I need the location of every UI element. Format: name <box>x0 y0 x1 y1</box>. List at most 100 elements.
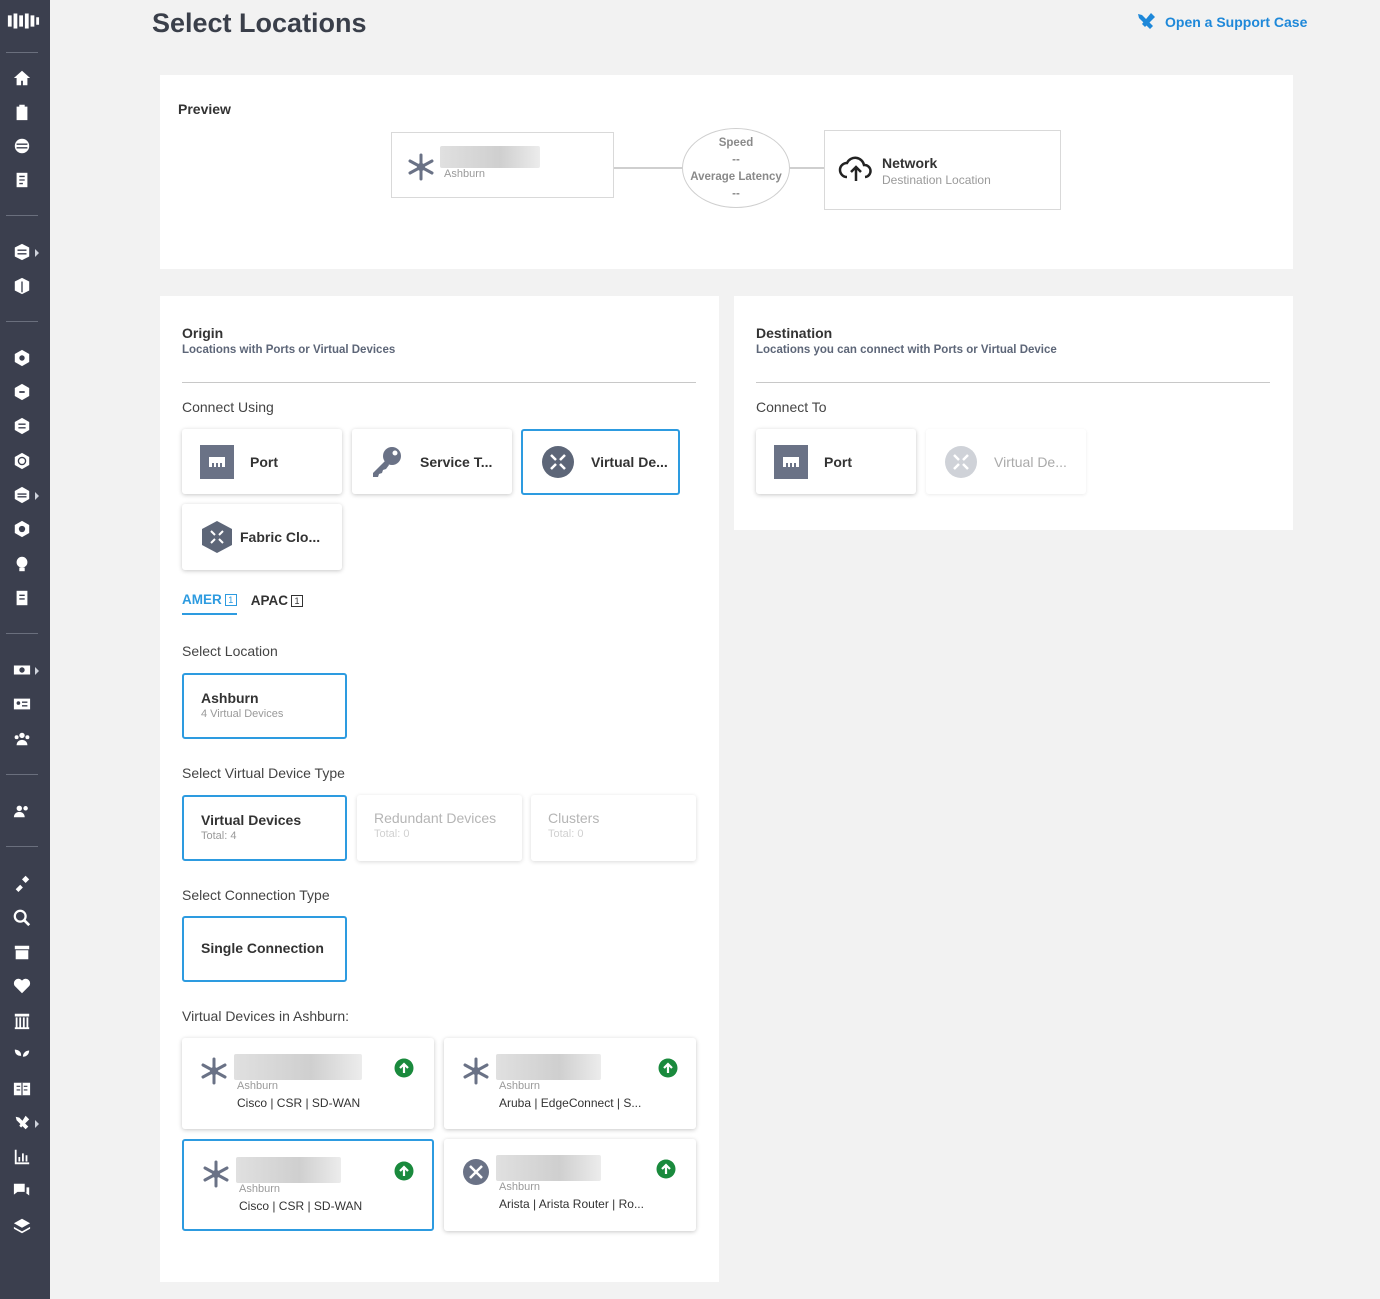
region-tabs: AMER 1 APAC 1 <box>182 592 304 615</box>
plant-icon[interactable] <box>11 1044 33 1066</box>
device-description: Aruba | EdgeConnect | S... <box>499 1096 642 1110</box>
hexagon-icon[interactable] <box>11 518 33 540</box>
connect-fabric-cloud-label: Fabric Clo... <box>240 529 321 545</box>
destination-subtitle: Destination Location <box>882 173 991 187</box>
home-icon[interactable] <box>11 67 33 89</box>
connect-using-label: Connect Using <box>182 399 274 415</box>
status-up-icon <box>394 1058 414 1078</box>
destination-card: Destination Locations you can connect wi… <box>734 296 1293 530</box>
location-option-ashburn[interactable]: Ashburn 4 Virtual Devices <box>182 673 347 739</box>
speed-value: -- <box>732 154 740 166</box>
sidebar <box>0 0 50 1299</box>
preview-title: Preview <box>178 101 231 117</box>
conn-type-label: Select Connection Type <box>182 887 330 903</box>
device-name-redacted <box>236 1157 341 1183</box>
page-title: Select Locations <box>152 8 367 38</box>
chart-icon[interactable] <box>11 1146 33 1168</box>
status-up-icon <box>658 1058 678 1078</box>
device-card[interactable]: Ashburn Cisco | CSR | SD-WAN <box>182 1139 434 1231</box>
vd-type-virtual-devices[interactable]: Virtual Devices Total: 4 <box>182 795 347 861</box>
speed-latency-bubble: Speed -- Average Latency -- <box>682 128 790 208</box>
building-icon[interactable] <box>11 1010 33 1032</box>
virtual-device-icon <box>463 1159 489 1185</box>
connector-line <box>614 167 682 169</box>
device-location: Ashburn <box>237 1080 278 1092</box>
virtual-device-icon <box>203 1160 229 1188</box>
search-icon[interactable] <box>11 907 33 929</box>
connect-port-tile[interactable]: Port <box>182 429 342 494</box>
hexagon-icon[interactable] <box>11 450 33 472</box>
cube-icon[interactable] <box>11 241 33 263</box>
connect-fabric-cloud-tile[interactable]: Fabric Clo... <box>182 504 342 570</box>
document-icon[interactable] <box>11 587 33 609</box>
device-location: Ashburn <box>499 1181 540 1193</box>
virtual-device-icon <box>408 153 434 181</box>
latency-value: -- <box>732 188 740 200</box>
tab-apac[interactable]: APAC 1 <box>251 592 304 615</box>
hexagon-icon[interactable] <box>11 484 33 506</box>
box-icon[interactable] <box>11 275 33 297</box>
device-description: Cisco | CSR | SD-WAN <box>237 1096 361 1110</box>
select-location-label: Select Location <box>182 643 278 659</box>
hexagon-icon[interactable] <box>11 381 33 403</box>
connect-to-label: Connect To <box>756 399 827 415</box>
hexagon-icon[interactable] <box>11 415 33 437</box>
destination-subtitle: Locations you can connect with Ports or … <box>756 344 1057 356</box>
tools-icon[interactable] <box>11 1112 33 1134</box>
tools-icon <box>1138 13 1155 29</box>
plug-icon[interactable] <box>11 872 33 894</box>
clipboard-icon[interactable] <box>11 101 33 123</box>
connect-to-port-label: Port <box>824 453 852 470</box>
key-icon <box>370 445 404 479</box>
team-icon[interactable] <box>11 800 33 822</box>
latency-label: Average Latency <box>690 171 782 183</box>
logo-icon[interactable] <box>5 10 41 32</box>
lightbulb-icon[interactable] <box>11 553 33 575</box>
layers-icon[interactable] <box>11 1215 33 1237</box>
vd-type-clusters[interactable]: Clusters Total: 0 <box>531 795 696 861</box>
book-icon[interactable] <box>11 1078 33 1100</box>
id-card-icon[interactable] <box>11 693 33 715</box>
device-description: Arista | Arista Router | Ro... <box>499 1197 644 1211</box>
device-name-redacted <box>234 1054 362 1080</box>
port-icon <box>200 444 234 479</box>
virtual-device-icon <box>541 445 575 479</box>
vd-type-label: Select Virtual Device Type <box>182 765 345 781</box>
hexagon-icon[interactable] <box>11 347 33 369</box>
chat-icon[interactable] <box>11 1180 33 1202</box>
destination-title: Destination <box>756 325 833 341</box>
destination-title: Network <box>882 155 938 171</box>
virtual-device-icon <box>201 1057 227 1085</box>
origin-subtitle: Locations with Ports or Virtual Devices <box>182 344 396 356</box>
divider <box>182 382 696 383</box>
cloud-upload-icon <box>838 156 872 181</box>
device-card[interactable]: Ashburn Aruba | EdgeConnect | S... <box>444 1038 696 1129</box>
connect-to-port-tile[interactable]: Port <box>756 429 916 494</box>
device-card[interactable]: Ashburn Arista | Arista Router | Ro... <box>444 1139 696 1231</box>
support-link[interactable]: Open a Support Case <box>1136 12 1307 32</box>
connect-port-label: Port <box>250 453 278 470</box>
connect-to-virtual-device-tile[interactable]: Virtual De... <box>926 429 1086 494</box>
origin-title: Origin <box>182 325 224 341</box>
device-location: Ashburn <box>499 1080 540 1092</box>
origin-name-redacted <box>440 146 540 168</box>
origin-location: Ashburn <box>444 168 485 180</box>
connect-service-token-tile[interactable]: Service T... <box>352 429 512 494</box>
tab-amer[interactable]: AMER 1 <box>182 592 237 615</box>
conn-type-single[interactable]: Single Connection <box>182 916 347 982</box>
device-name-redacted <box>496 1155 601 1181</box>
dollar-icon[interactable] <box>11 659 33 681</box>
users-icon[interactable] <box>11 728 33 750</box>
virtual-device-icon <box>944 445 978 479</box>
document-icon[interactable] <box>11 169 33 191</box>
store-icon[interactable] <box>11 941 33 963</box>
vd-type-redundant-devices[interactable]: Redundant Devices Total: 0 <box>357 795 522 861</box>
device-description: Cisco | CSR | SD-WAN <box>239 1199 363 1213</box>
connect-virtual-device-tile[interactable]: Virtual De... <box>521 429 680 495</box>
divider <box>756 382 1270 383</box>
globe-icon[interactable] <box>11 135 33 157</box>
preview-origin-box: Ashburn <box>391 132 614 198</box>
device-card[interactable]: Ashburn Cisco | CSR | SD-WAN <box>182 1038 434 1129</box>
speed-label: Speed <box>718 137 754 149</box>
heartbeat-icon[interactable] <box>11 975 33 997</box>
